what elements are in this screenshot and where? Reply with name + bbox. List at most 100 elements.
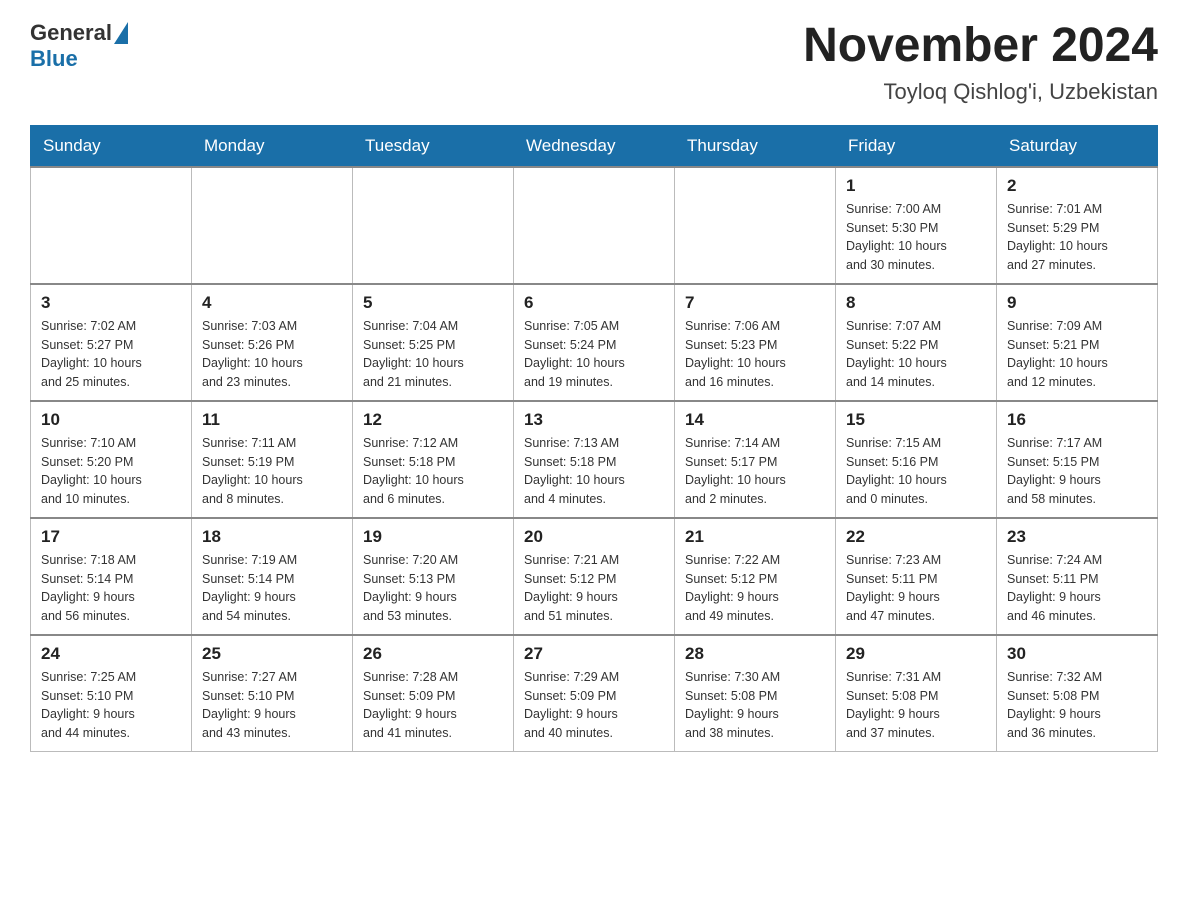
day-of-week-header: Tuesday [353, 125, 514, 167]
day-number: 24 [41, 644, 181, 664]
day-of-week-header: Saturday [997, 125, 1158, 167]
month-year-title: November 2024 [803, 20, 1158, 73]
day-number: 10 [41, 410, 181, 430]
day-sun-info: Sunrise: 7:14 AM Sunset: 5:17 PM Dayligh… [685, 434, 825, 509]
day-sun-info: Sunrise: 7:28 AM Sunset: 5:09 PM Dayligh… [363, 668, 503, 743]
day-number: 14 [685, 410, 825, 430]
day-number: 6 [524, 293, 664, 313]
day-sun-info: Sunrise: 7:17 AM Sunset: 5:15 PM Dayligh… [1007, 434, 1147, 509]
day-number: 26 [363, 644, 503, 664]
day-number: 13 [524, 410, 664, 430]
calendar-day-cell: 1 Sunrise: 7:00 AM Sunset: 5:30 PM Daylig… [836, 167, 997, 284]
calendar-day-cell: 9 Sunrise: 7:09 AM Sunset: 5:21 PM Daylig… [997, 284, 1158, 401]
calendar-day-cell [675, 167, 836, 284]
calendar-day-cell: 14 Sunrise: 7:14 AM Sunset: 5:17 PM Dayli… [675, 401, 836, 518]
calendar-day-cell: 21 Sunrise: 7:22 AM Sunset: 5:12 PM Dayli… [675, 518, 836, 635]
calendar-day-cell: 12 Sunrise: 7:12 AM Sunset: 5:18 PM Dayli… [353, 401, 514, 518]
day-sun-info: Sunrise: 7:25 AM Sunset: 5:10 PM Dayligh… [41, 668, 181, 743]
day-number: 30 [1007, 644, 1147, 664]
calendar-day-cell: 28Sunrise: 7:30 AM Sunset: 5:08 PM Dayli… [675, 635, 836, 752]
day-sun-info: Sunrise: 7:31 AM Sunset: 5:08 PM Dayligh… [846, 668, 986, 743]
day-number: 17 [41, 527, 181, 547]
day-sun-info: Sunrise: 7:06 AM Sunset: 5:23 PM Dayligh… [685, 317, 825, 392]
day-number: 9 [1007, 293, 1147, 313]
calendar-day-cell: 29 Sunrise: 7:31 AM Sunset: 5:08 PM Dayli… [836, 635, 997, 752]
page-header: General Blue November 2024 Toyloq Qishlo… [30, 20, 1158, 105]
calendar-week-row: 17 Sunrise: 7:18 AM Sunset: 5:14 PM Dayli… [31, 518, 1158, 635]
day-number: 16 [1007, 410, 1147, 430]
calendar-week-row: 3Sunrise: 7:02 AM Sunset: 5:27 PM Daylig… [31, 284, 1158, 401]
calendar-day-cell: 6 Sunrise: 7:05 AM Sunset: 5:24 PM Daylig… [514, 284, 675, 401]
day-sun-info: Sunrise: 7:10 AM Sunset: 5:20 PM Dayligh… [41, 434, 181, 509]
calendar-day-cell: 3Sunrise: 7:02 AM Sunset: 5:27 PM Daylig… [31, 284, 192, 401]
calendar-day-cell: 2Sunrise: 7:01 AM Sunset: 5:29 PM Daylig… [997, 167, 1158, 284]
calendar-day-cell [514, 167, 675, 284]
calendar-day-cell: 4Sunrise: 7:03 AM Sunset: 5:26 PM Daylig… [192, 284, 353, 401]
day-sun-info: Sunrise: 7:24 AM Sunset: 5:11 PM Dayligh… [1007, 551, 1147, 626]
logo-blue-text: Blue [30, 46, 78, 72]
logo-triangle-icon [114, 22, 128, 44]
calendar-day-cell: 16 Sunrise: 7:17 AM Sunset: 5:15 PM Dayli… [997, 401, 1158, 518]
calendar-day-cell: 24 Sunrise: 7:25 AM Sunset: 5:10 PM Dayli… [31, 635, 192, 752]
logo: General Blue [30, 20, 128, 72]
calendar-day-cell: 8Sunrise: 7:07 AM Sunset: 5:22 PM Daylig… [836, 284, 997, 401]
title-section: November 2024 Toyloq Qishlog'i, Uzbekist… [803, 20, 1158, 105]
day-sun-info: Sunrise: 7:11 AM Sunset: 5:19 PM Dayligh… [202, 434, 342, 509]
day-sun-info: Sunrise: 7:22 AM Sunset: 5:12 PM Dayligh… [685, 551, 825, 626]
day-sun-info: Sunrise: 7:27 AM Sunset: 5:10 PM Dayligh… [202, 668, 342, 743]
calendar-day-cell: 17 Sunrise: 7:18 AM Sunset: 5:14 PM Dayli… [31, 518, 192, 635]
day-number: 7 [685, 293, 825, 313]
day-sun-info: Sunrise: 7:19 AM Sunset: 5:14 PM Dayligh… [202, 551, 342, 626]
calendar-week-row: 24 Sunrise: 7:25 AM Sunset: 5:10 PM Dayli… [31, 635, 1158, 752]
day-of-week-header: Sunday [31, 125, 192, 167]
calendar-table: SundayMondayTuesdayWednesdayThursdayFrid… [30, 125, 1158, 752]
day-number: 27 [524, 644, 664, 664]
calendar-day-cell: 19 Sunrise: 7:20 AM Sunset: 5:13 PM Dayli… [353, 518, 514, 635]
day-sun-info: Sunrise: 7:20 AM Sunset: 5:13 PM Dayligh… [363, 551, 503, 626]
day-sun-info: Sunrise: 7:00 AM Sunset: 5:30 PM Dayligh… [846, 200, 986, 275]
logo-general-text: General [30, 20, 112, 46]
day-sun-info: Sunrise: 7:12 AM Sunset: 5:18 PM Dayligh… [363, 434, 503, 509]
day-sun-info: Sunrise: 7:18 AM Sunset: 5:14 PM Dayligh… [41, 551, 181, 626]
day-number: 29 [846, 644, 986, 664]
calendar-day-cell [353, 167, 514, 284]
calendar-day-cell: 22 Sunrise: 7:23 AM Sunset: 5:11 PM Dayli… [836, 518, 997, 635]
day-number: 18 [202, 527, 342, 547]
day-sun-info: Sunrise: 7:13 AM Sunset: 5:18 PM Dayligh… [524, 434, 664, 509]
calendar-day-cell: 10 Sunrise: 7:10 AM Sunset: 5:20 PM Dayli… [31, 401, 192, 518]
calendar-day-cell: 5Sunrise: 7:04 AM Sunset: 5:25 PM Daylig… [353, 284, 514, 401]
day-number: 20 [524, 527, 664, 547]
day-sun-info: Sunrise: 7:07 AM Sunset: 5:22 PM Dayligh… [846, 317, 986, 392]
calendar-day-cell: 7 Sunrise: 7:06 AM Sunset: 5:23 PM Daylig… [675, 284, 836, 401]
calendar-day-cell [192, 167, 353, 284]
day-sun-info: Sunrise: 7:23 AM Sunset: 5:11 PM Dayligh… [846, 551, 986, 626]
day-number: 19 [363, 527, 503, 547]
day-of-week-header: Thursday [675, 125, 836, 167]
day-of-week-header: Monday [192, 125, 353, 167]
calendar-day-cell: 23 Sunrise: 7:24 AM Sunset: 5:11 PM Dayli… [997, 518, 1158, 635]
calendar-day-cell: 13 Sunrise: 7:13 AM Sunset: 5:18 PM Dayli… [514, 401, 675, 518]
day-number: 22 [846, 527, 986, 547]
day-sun-info: Sunrise: 7:30 AM Sunset: 5:08 PM Dayligh… [685, 668, 825, 743]
calendar-week-row: 10 Sunrise: 7:10 AM Sunset: 5:20 PM Dayli… [31, 401, 1158, 518]
day-number: 1 [846, 176, 986, 196]
day-sun-info: Sunrise: 7:15 AM Sunset: 5:16 PM Dayligh… [846, 434, 986, 509]
day-number: 21 [685, 527, 825, 547]
day-sun-info: Sunrise: 7:01 AM Sunset: 5:29 PM Dayligh… [1007, 200, 1147, 275]
day-number: 5 [363, 293, 503, 313]
calendar-day-cell: 30 Sunrise: 7:32 AM Sunset: 5:08 PM Dayli… [997, 635, 1158, 752]
day-number: 25 [202, 644, 342, 664]
day-number: 3 [41, 293, 181, 313]
location-subtitle: Toyloq Qishlog'i, Uzbekistan [803, 79, 1158, 105]
calendar-day-cell: 25 Sunrise: 7:27 AM Sunset: 5:10 PM Dayli… [192, 635, 353, 752]
day-sun-info: Sunrise: 7:32 AM Sunset: 5:08 PM Dayligh… [1007, 668, 1147, 743]
day-number: 23 [1007, 527, 1147, 547]
day-sun-info: Sunrise: 7:09 AM Sunset: 5:21 PM Dayligh… [1007, 317, 1147, 392]
day-of-week-header: Friday [836, 125, 997, 167]
day-number: 12 [363, 410, 503, 430]
day-sun-info: Sunrise: 7:05 AM Sunset: 5:24 PM Dayligh… [524, 317, 664, 392]
calendar-day-cell: 11Sunrise: 7:11 AM Sunset: 5:19 PM Dayli… [192, 401, 353, 518]
calendar-day-cell: 18 Sunrise: 7:19 AM Sunset: 5:14 PM Dayli… [192, 518, 353, 635]
calendar-day-cell: 15Sunrise: 7:15 AM Sunset: 5:16 PM Dayli… [836, 401, 997, 518]
calendar-header-row: SundayMondayTuesdayWednesdayThursdayFrid… [31, 125, 1158, 167]
